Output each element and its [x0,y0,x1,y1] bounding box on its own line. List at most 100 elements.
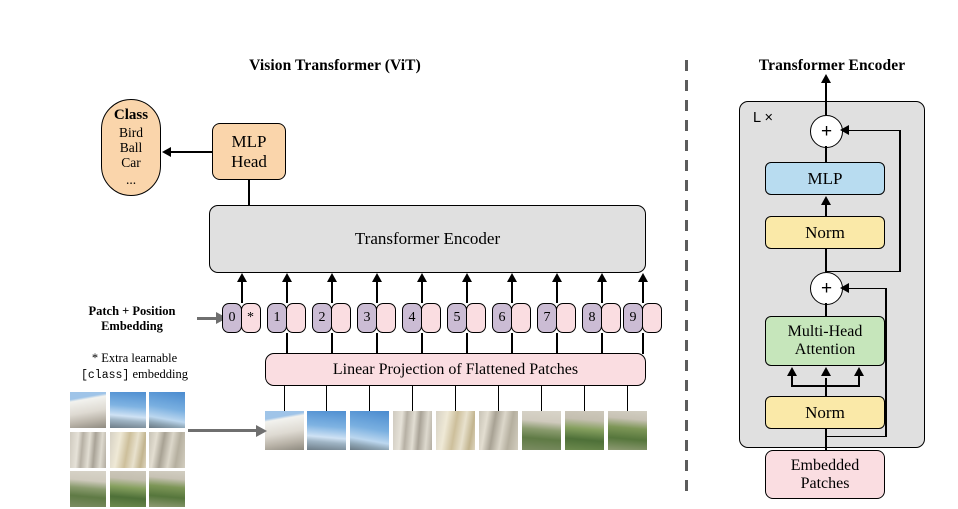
token-index-6: 6 [492,303,512,333]
token-index-8: 8 [582,303,602,333]
image-patch [565,411,604,450]
encoder-output-arrowhead [820,74,831,83]
attention-label-line1: Multi-Head [787,323,863,341]
patch-to-projection-line [626,386,629,411]
token-to-encoder-arrowhead [326,273,337,282]
residual-bottom-bottom-segment [825,435,887,438]
patch-position-token: 3 [357,303,396,333]
residual-top-bottom-segment [825,270,901,273]
qkv-center-stem [825,378,827,396]
mlp-to-add-line [825,146,827,163]
mlp-head-box: MLP Head [212,123,286,180]
token-index-9: 9 [623,303,643,333]
image-patch [436,411,475,450]
source-image-patch [149,392,185,428]
token-to-projection-line [286,333,288,354]
embedding-label-arrow-line [197,316,216,320]
transformer-encoder-label: Transformer Encoder [354,229,501,249]
embedded-patches-line1: Embedded [790,456,860,474]
left-panel-title: Vision Transformer (ViT) [249,57,421,74]
norm-to-mlp-arrowhead [820,196,831,205]
transformer-encoder-block: Transformer Encoder [209,205,646,273]
image-patch [307,411,346,450]
residual-bottom-top-segment [848,287,886,290]
mlp-box: MLP [765,162,885,195]
plus-glyph: + [820,278,833,299]
token-to-encoder-arrowhead [281,273,292,282]
qkv-right-riser [858,375,861,386]
source-image-patch [109,431,146,468]
token-to-encoder-line [421,281,423,303]
image-patch [608,411,647,450]
token-to-projection-line [601,333,603,354]
patch-position-token: 1 [267,303,306,333]
source-image-patch [70,471,106,507]
mlp-to-class-arrow-line [170,151,212,153]
token-to-encoder-arrowhead [461,273,472,282]
embedded-patches-box: Embedded Patches [765,450,885,499]
norm-bottom-stem [825,429,827,450]
patch-position-token: 6 [492,303,531,333]
residual-top-top-segment [848,129,900,132]
patch-to-projection-line [497,386,500,411]
token-embedding-slot [600,303,621,333]
qkv-right-arrowhead [854,367,864,376]
norm-top-stem [825,249,827,272]
qkv-branch-bar [791,385,860,387]
patch-position-token: 5 [447,303,486,333]
linear-projection-bar: Linear Projection of Flattened Patches [265,353,646,386]
source-image-patch [70,392,106,428]
token-index-5: 5 [447,303,467,333]
image-patch [479,411,518,450]
patch-to-projection-line [540,386,543,411]
token-to-encoder-arrowhead [551,273,562,282]
grid-to-strip-arrowhead [256,424,267,437]
token-to-projection-line [331,333,333,354]
mlp-head-label-line2: Head [231,151,267,171]
embedded-patches-line2: Patches [800,474,850,492]
token-to-projection-line [556,333,558,354]
token-to-encoder-line [642,281,644,303]
token-index-0: 0 [222,303,242,333]
token-to-encoder-arrowhead [416,273,427,282]
patch-to-projection-line [283,386,286,411]
patch-to-projection-line [325,386,328,411]
token-to-encoder-arrowhead [371,273,382,282]
token-to-encoder-arrowhead [506,273,517,282]
residual-bottom-right-segment [885,288,887,436]
patch-position-token: 9 [623,303,662,333]
token-to-projection-line [421,333,423,354]
image-patch [265,411,304,450]
repeat-count-label: L × [753,110,774,126]
patch-to-projection-line [583,386,586,411]
residual-top-arrowhead [840,125,849,135]
image-patch [393,411,432,450]
token-to-encoder-line [511,281,513,303]
embedding-label-line2: Embedding [101,319,163,334]
token-to-encoder-line [466,281,468,303]
mlp-to-class-arrowhead [162,146,171,157]
footnote-line2-tail: embedding [129,367,188,382]
token-embedding-slot [555,303,576,333]
patch-to-projection-line [454,386,457,411]
patch-position-embedding-label: Patch + Position Embedding [70,304,194,335]
token-index-7: 7 [537,303,557,333]
token-embedding-slot [641,303,662,333]
class-item: Bird [118,124,143,140]
panel-divider [685,60,688,496]
token-index-3: 3 [357,303,377,333]
token-embedding-slot [420,303,441,333]
norm-box-bottom: Norm [765,396,885,429]
mlp-label: MLP [807,168,843,188]
attention-label-line2: Attention [794,341,856,358]
footnote-line1: * Extra learnable [91,351,178,365]
qkv-center-arrowhead [820,367,831,376]
residual-top-right-segment [899,130,901,272]
token-to-encoder-arrowhead [596,273,607,282]
token-index-4: 4 [402,303,422,333]
source-image-patch [70,431,106,468]
token-index-2: 2 [312,303,332,333]
plus-glyph: + [820,121,833,142]
right-panel-title: Transformer Encoder [758,57,906,74]
linear-projection-label: Linear Projection of Flattened Patches [332,360,579,378]
